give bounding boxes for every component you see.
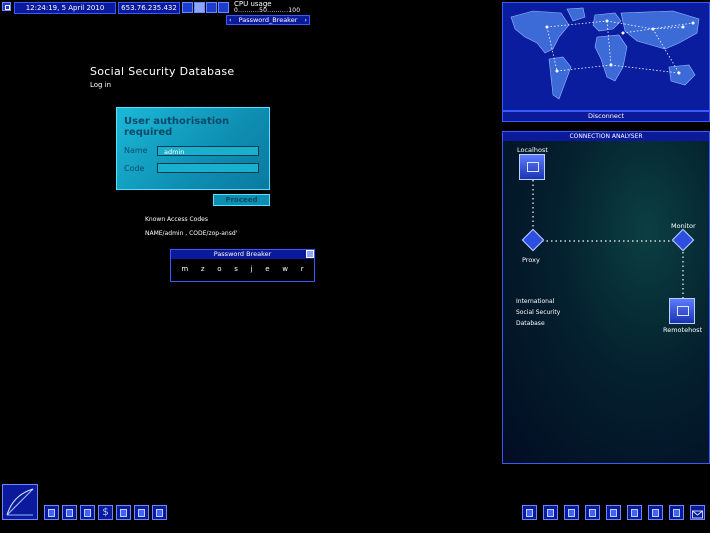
breaker-letter: j (250, 265, 253, 273)
password-breaker-letters: m z o s j e w r (171, 265, 314, 273)
breaker-letter: o (217, 265, 222, 273)
proceed-button[interactable]: Proceed (213, 194, 270, 206)
name-label: Name (124, 146, 148, 155)
world-map-graphic (503, 3, 709, 110)
gallery-icon[interactable] (134, 505, 149, 520)
chevron-left-icon: ‹ (229, 16, 232, 24)
window-icon[interactable] (62, 505, 77, 520)
remotehost-node-icon[interactable] (669, 298, 695, 324)
terminal-icon[interactable] (44, 505, 59, 520)
breaker-letter: s (234, 265, 238, 273)
start-menu-icon[interactable] (2, 484, 38, 520)
proxy-label: Proxy (522, 256, 540, 264)
file-icon[interactable] (627, 505, 642, 520)
code-label: Code (124, 164, 145, 173)
file-icon[interactable] (218, 2, 229, 13)
folder-icon[interactable] (182, 2, 193, 13)
code-field[interactable] (157, 163, 259, 173)
gateway-icon[interactable] (2, 2, 11, 11)
name-field[interactable]: admin (157, 146, 259, 156)
remote-info-line: Database (516, 320, 545, 327)
connection-analyser-panel: CONNECTION ANALYSER Localhost Proxy Moni… (502, 131, 710, 464)
close-icon[interactable] (306, 250, 314, 258)
auth-header: User authorisation required (124, 116, 230, 138)
remote-info-line: Social Security (516, 309, 561, 316)
breaker-letter: w (282, 265, 289, 273)
document-icon[interactable] (152, 505, 167, 520)
disconnect-button[interactable]: Disconnect (502, 111, 710, 122)
remotehost-label: Remotehost (663, 326, 703, 334)
breaker-letter: e (265, 265, 270, 273)
scanner-icon[interactable] (116, 505, 131, 520)
file-icon[interactable] (522, 505, 537, 520)
page-subtitle: Log in (90, 81, 112, 89)
file-icon[interactable] (543, 505, 558, 520)
envelope-icon[interactable] (690, 505, 705, 520)
remote-info-line: International (516, 298, 555, 305)
password-breaker-taskbar[interactable]: ‹ Password_Breaker › (226, 15, 310, 25)
breaker-letter: r (300, 265, 304, 273)
chevron-right-icon: › (304, 16, 307, 24)
ip-display: 653.76.235.432 (118, 2, 180, 14)
localhost-node-icon[interactable] (519, 154, 545, 180)
dollar-icon[interactable]: $ (98, 505, 113, 520)
datetime-display: 12:24:19, 5 April 2010 (14, 2, 116, 14)
known-codes-title: Known Access Codes (145, 216, 208, 223)
breaker-letter: z (200, 265, 205, 273)
file-icon[interactable] (206, 2, 217, 13)
file-icon[interactable] (648, 505, 663, 520)
monitor-icon[interactable] (194, 2, 205, 13)
cpu-usage-scale: 0..........50..........100 (234, 7, 301, 14)
file-icon[interactable] (669, 505, 684, 520)
world-map[interactable] (502, 2, 710, 111)
password-breaker-title: Password Breaker (171, 250, 314, 259)
person-icon[interactable] (80, 505, 95, 520)
localhost-label: Localhost (517, 146, 548, 154)
page-title: Social Security Database (90, 65, 235, 78)
file-icon[interactable] (564, 505, 579, 520)
password-breaker-window: Password Breaker m z o s j e w r (170, 249, 315, 282)
auth-panel: User authorisation required Name admin C… (116, 107, 270, 190)
file-icon[interactable] (585, 505, 600, 520)
password-breaker-task-label: Password_Breaker (238, 16, 298, 24)
breaker-letter: m (181, 265, 189, 273)
file-icon[interactable] (606, 505, 621, 520)
known-codes-value: NAME/admin , CODE/zop-ansd' (145, 230, 238, 237)
